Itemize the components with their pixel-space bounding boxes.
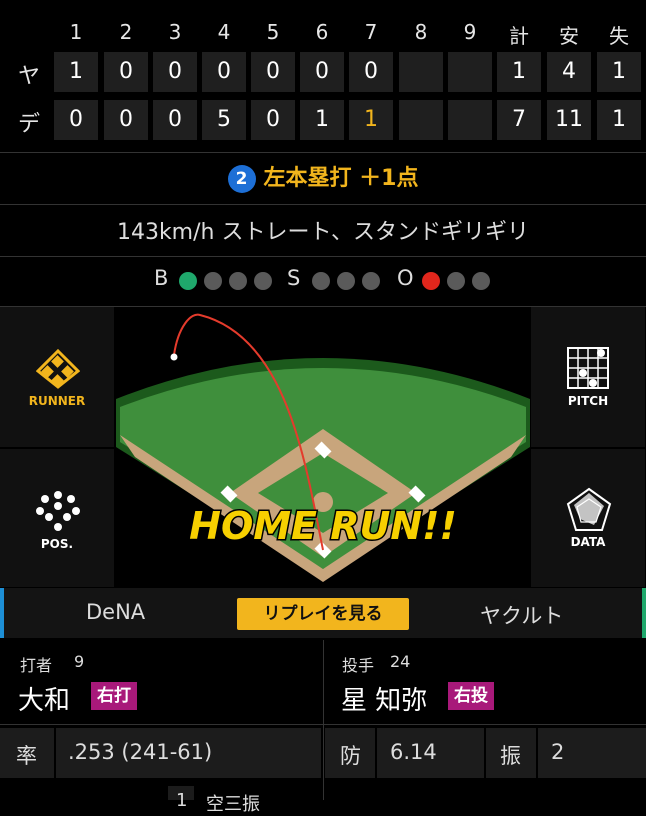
inning-score: 0 xyxy=(300,52,344,92)
inning-score xyxy=(399,52,443,92)
inning-score: 1 xyxy=(54,52,98,92)
inning-score: 0 xyxy=(104,100,148,140)
total-score: 11 xyxy=(547,100,591,140)
inning-score: 0 xyxy=(349,52,393,92)
positions-icon xyxy=(36,491,80,531)
out-dot xyxy=(447,272,465,290)
inning-header: 2 xyxy=(119,20,133,44)
totals-header: 計 xyxy=(509,24,529,48)
batter-avg-value: .253 (241-61) xyxy=(68,740,213,764)
play-number-badge: 2 xyxy=(227,165,256,193)
runner-label: RUNNER xyxy=(28,394,86,408)
divider xyxy=(0,204,646,205)
ball-dot xyxy=(229,272,247,290)
inning-score xyxy=(448,52,492,92)
data-label: DATA xyxy=(570,535,606,549)
inning-score: 0 xyxy=(153,52,197,92)
divider xyxy=(0,256,646,257)
team-right-accent xyxy=(642,588,646,638)
total-score: 1 xyxy=(597,52,641,92)
inning-header: 1 xyxy=(69,20,83,44)
inning-header: 3 xyxy=(168,20,182,44)
play-title: 2 左本塁打 ＋1点 xyxy=(0,160,646,193)
pitcher-era-value: 6.14 xyxy=(390,740,437,764)
pitcher-so-label: 振 xyxy=(500,744,521,768)
batter-hand-tag: 右打 xyxy=(91,682,137,710)
inning-score: 0 xyxy=(202,52,246,92)
team-left-label: DeNA xyxy=(86,600,146,624)
total-score: 7 xyxy=(497,100,541,140)
team-abbrev: デ xyxy=(18,112,41,137)
inning-header: 9 xyxy=(463,20,477,44)
runner-icon xyxy=(36,349,80,389)
divider xyxy=(0,724,646,725)
batter-avg-label: 率 xyxy=(16,744,37,768)
inning-score: 0 xyxy=(104,52,148,92)
pitcher-so-value: 2 xyxy=(551,740,565,764)
out-dot xyxy=(472,272,490,290)
pitch-label: PITCH xyxy=(567,394,609,408)
inning-score: 1 xyxy=(300,100,344,140)
inning-header: 7 xyxy=(364,20,378,44)
ball-label: B xyxy=(154,266,169,290)
pitcher-era-label: 防 xyxy=(340,744,361,768)
out-label: O xyxy=(397,266,414,290)
inning-header: 6 xyxy=(315,20,329,44)
strike-dot xyxy=(312,272,330,290)
runner-button[interactable]: RUNNER xyxy=(0,307,114,447)
batter-name[interactable]: 大和 xyxy=(18,680,70,717)
batter-number: 9 xyxy=(74,652,85,671)
pos-button[interactable]: POS. xyxy=(0,449,114,587)
count-indicator: B S O xyxy=(0,266,646,296)
pitcher-hand-tag: 右投 xyxy=(448,682,494,710)
strike-dot xyxy=(337,272,355,290)
inning-score: 5 xyxy=(202,100,246,140)
inning-header: 4 xyxy=(217,20,231,44)
team-right-label: ヤクルト xyxy=(480,604,564,628)
divider xyxy=(0,152,646,153)
inning-score: 1 xyxy=(349,100,393,140)
field-graphic: HOME RUN!! xyxy=(116,307,530,588)
inning-score: 0 xyxy=(251,52,295,92)
data-button[interactable]: DATA xyxy=(531,449,645,587)
inning-score: 0 xyxy=(153,100,197,140)
strike-label: S xyxy=(287,266,301,290)
inning-score xyxy=(399,100,443,140)
inning-score xyxy=(448,100,492,140)
batter-role: 打者 xyxy=(20,656,53,675)
pos-label: POS. xyxy=(40,537,74,551)
out-dot xyxy=(422,272,440,290)
pitcher-name[interactable]: 星 知弥 xyxy=(341,680,427,717)
pitcher-number: 24 xyxy=(390,652,411,671)
radar-chart-icon xyxy=(566,487,612,531)
pitcher-role: 投手 xyxy=(342,656,375,675)
play-description: 143km/h ストレート、スタンドギリギリ xyxy=(116,220,530,245)
inning-score: 0 xyxy=(54,100,98,140)
home-run-banner: HOME RUN!! xyxy=(189,504,457,548)
pitch-button[interactable]: PITCH xyxy=(531,307,645,447)
play-title-text: 左本塁打 ＋1点 xyxy=(263,166,419,191)
ball-dot xyxy=(204,272,222,290)
divider xyxy=(323,640,324,800)
total-score: 4 xyxy=(547,52,591,92)
inning-score: 0 xyxy=(251,100,295,140)
ball-dot xyxy=(254,272,272,290)
team-abbrev: ヤ xyxy=(18,64,41,89)
cutoff-b: 空三振 xyxy=(206,794,260,815)
cutoff-a: 1 xyxy=(176,790,188,811)
team-left-accent xyxy=(0,588,4,638)
ball-landing-dot xyxy=(170,353,178,361)
pitch-grid-icon xyxy=(567,347,609,389)
inning-header: 5 xyxy=(266,20,280,44)
replay-button[interactable]: リプレイを見る xyxy=(237,598,409,630)
strike-dot xyxy=(362,272,380,290)
ball-dot xyxy=(179,272,197,290)
inning-header: 8 xyxy=(414,20,428,44)
totals-header: 失 xyxy=(609,24,629,48)
total-score: 1 xyxy=(497,52,541,92)
totals-header: 安 xyxy=(559,24,579,48)
total-score: 1 xyxy=(597,100,641,140)
